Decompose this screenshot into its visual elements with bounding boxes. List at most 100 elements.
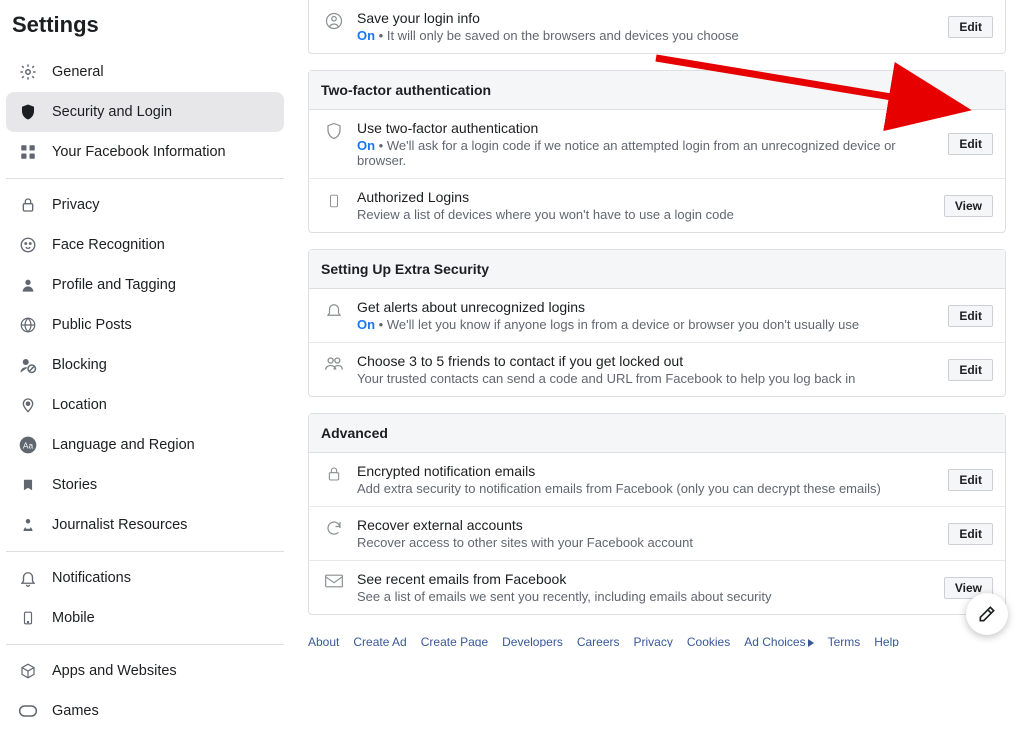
advanced-row-title: Recover external accounts — [357, 517, 938, 533]
sidebar-item-mobile[interactable]: Mobile — [6, 598, 284, 638]
extra-security-row-desc: Your trusted contacts can send a code an… — [357, 371, 938, 386]
grid-icon — [16, 141, 40, 163]
main-content: Save your login info On • It will only b… — [290, 0, 1024, 647]
two-factor-view-button[interactable]: View — [944, 195, 993, 217]
extra-security-row-1: Choose 3 to 5 friends to contact if you … — [309, 343, 1005, 396]
compose-fab[interactable] — [966, 593, 1008, 635]
bookmark-icon — [16, 474, 40, 496]
user-circle-icon — [321, 10, 347, 30]
sidebar-item-label: Privacy — [52, 197, 100, 213]
sidebar-item-security-and-login[interactable]: Security and Login — [6, 92, 284, 132]
sidebar-item-label: Your Facebook Information — [52, 144, 226, 160]
sidebar-item-label: Journalist Resources — [52, 517, 187, 533]
sidebar-item-general[interactable]: General — [6, 52, 284, 92]
sidebar-item-your-facebook-information[interactable]: Your Facebook Information — [6, 132, 284, 172]
cube-icon — [16, 660, 40, 682]
journalist-icon — [16, 514, 40, 536]
extra-security-row-desc: On • We'll let you know if anyone logs i… — [357, 317, 938, 332]
footer-link-help[interactable]: Help — [874, 635, 899, 647]
two-factor-card: Two-factor authentication Use two-factor… — [308, 70, 1006, 233]
sidebar: Settings General Security and Login Your F… — [0, 0, 290, 647]
extra-security-edit-button[interactable]: Edit — [948, 359, 993, 381]
footer-link-careers[interactable]: Careers — [577, 635, 620, 647]
nav-divider — [6, 644, 284, 645]
block-icon — [16, 354, 40, 376]
sidebar-item-label: Blocking — [52, 357, 107, 373]
edit-save-login-button[interactable]: Edit — [948, 16, 993, 38]
footer: About Create Ad Create Page Developers Caree… — [308, 631, 1006, 647]
lock-icon — [16, 194, 40, 216]
two-factor-row-1: Authorized Logins Review a list of device… — [309, 179, 1005, 232]
sidebar-item-stories[interactable]: Stories — [6, 465, 284, 505]
advanced-row-desc: See a list of emails we sent you recentl… — [357, 589, 934, 604]
sidebar-item-label: Mobile — [52, 610, 95, 626]
advanced-edit-button[interactable]: Edit — [948, 469, 993, 491]
sidebar-item-games[interactable]: Games — [6, 691, 284, 731]
bell-icon — [16, 567, 40, 589]
face-icon — [16, 234, 40, 256]
advanced-row-0: Encrypted notification emails Add extra s… — [309, 453, 1005, 507]
extra-security-edit-button[interactable]: Edit — [948, 305, 993, 327]
advanced-row-title: See recent emails from Facebook — [357, 571, 934, 587]
advanced-row-title: Encrypted notification emails — [357, 463, 938, 479]
sidebar-item-label: Stories — [52, 477, 97, 493]
footer-link-privacy[interactable]: Privacy — [634, 635, 673, 647]
advanced-card: Advanced Encrypted notification emailsAd… — [308, 413, 1006, 615]
footer-link-about[interactable]: About — [308, 635, 339, 647]
sidebar-item-language-and-region[interactable]: Aa Language and Region — [6, 425, 284, 465]
user-icon — [16, 274, 40, 296]
sidebar-item-apps-and-websites[interactable]: Apps and Websites — [6, 651, 284, 691]
advanced-edit-button[interactable]: Edit — [948, 523, 993, 545]
sidebar-item-label: General — [52, 64, 104, 80]
footer-link-create-page[interactable]: Create Page — [421, 635, 488, 647]
footer-link-terms[interactable]: Terms — [828, 635, 861, 647]
sidebar-item-label: Location — [52, 397, 107, 413]
refresh-icon — [321, 517, 347, 537]
advanced-row-2: See recent emails from Facebook See a lis… — [309, 561, 1005, 614]
sidebar-item-profile-and-tagging[interactable]: Profile and Tagging — [6, 265, 284, 305]
footer-link-developers[interactable]: Developers — [502, 635, 563, 647]
sidebar-item-journalist-resources[interactable]: Journalist Resources — [6, 505, 284, 545]
sidebar-item-public-posts[interactable]: Public Posts — [6, 305, 284, 345]
two-factor-edit-button[interactable]: Edit — [948, 133, 993, 155]
nav-divider — [6, 551, 284, 552]
advanced-row-desc: Recover access to other sites with your … — [357, 535, 938, 550]
envelope-icon — [321, 571, 347, 589]
save-login-title: Save your login info — [357, 10, 938, 26]
padlock-icon — [321, 463, 347, 483]
adchoices-icon — [808, 639, 814, 647]
sidebar-item-privacy[interactable]: Privacy — [6, 185, 284, 225]
sidebar-item-label: Games — [52, 703, 99, 719]
two-factor-header: Two-factor authentication — [309, 71, 1005, 110]
extra-security-card: Setting Up Extra Security Get alerts abo… — [308, 249, 1006, 397]
sidebar-item-location[interactable]: Location — [6, 385, 284, 425]
sidebar-item-label: Face Recognition — [52, 237, 165, 253]
sidebar-item-label: Security and Login — [52, 104, 172, 120]
mobile-icon — [16, 607, 40, 629]
two-factor-row-desc: Review a list of devices where you won't… — [357, 207, 934, 222]
page-title: Settings — [6, 10, 284, 52]
sidebar-item-notifications[interactable]: Notifications — [6, 558, 284, 598]
language-icon: Aa — [16, 434, 40, 456]
two-factor-row-title: Authorized Logins — [357, 189, 934, 205]
extra-security-header: Setting Up Extra Security — [309, 250, 1005, 289]
shield-icon — [16, 101, 40, 123]
gear-icon — [16, 61, 40, 83]
sidebar-item-label: Notifications — [52, 570, 131, 586]
sidebar-item-label: Public Posts — [52, 317, 132, 333]
footer-link-cookies[interactable]: Cookies — [687, 635, 730, 647]
friends-icon — [321, 353, 347, 371]
sidebar-item-label: Language and Region — [52, 437, 195, 453]
pin-icon — [16, 394, 40, 416]
footer-link-ad-choices[interactable]: Ad Choices — [744, 635, 813, 647]
save-login-card: Save your login info On • It will only b… — [308, 0, 1006, 54]
svg-text:Aa: Aa — [23, 440, 34, 450]
footer-link-create-ad[interactable]: Create Ad — [353, 635, 406, 647]
advanced-row-desc: Add extra security to notification email… — [357, 481, 938, 496]
games-icon — [16, 700, 40, 722]
nav-divider — [6, 178, 284, 179]
sidebar-item-blocking[interactable]: Blocking — [6, 345, 284, 385]
two-factor-row-title: Use two-factor authentication — [357, 120, 938, 136]
sidebar-item-face-recognition[interactable]: Face Recognition — [6, 225, 284, 265]
save-login-desc: On • It will only be saved on the browse… — [357, 28, 938, 43]
